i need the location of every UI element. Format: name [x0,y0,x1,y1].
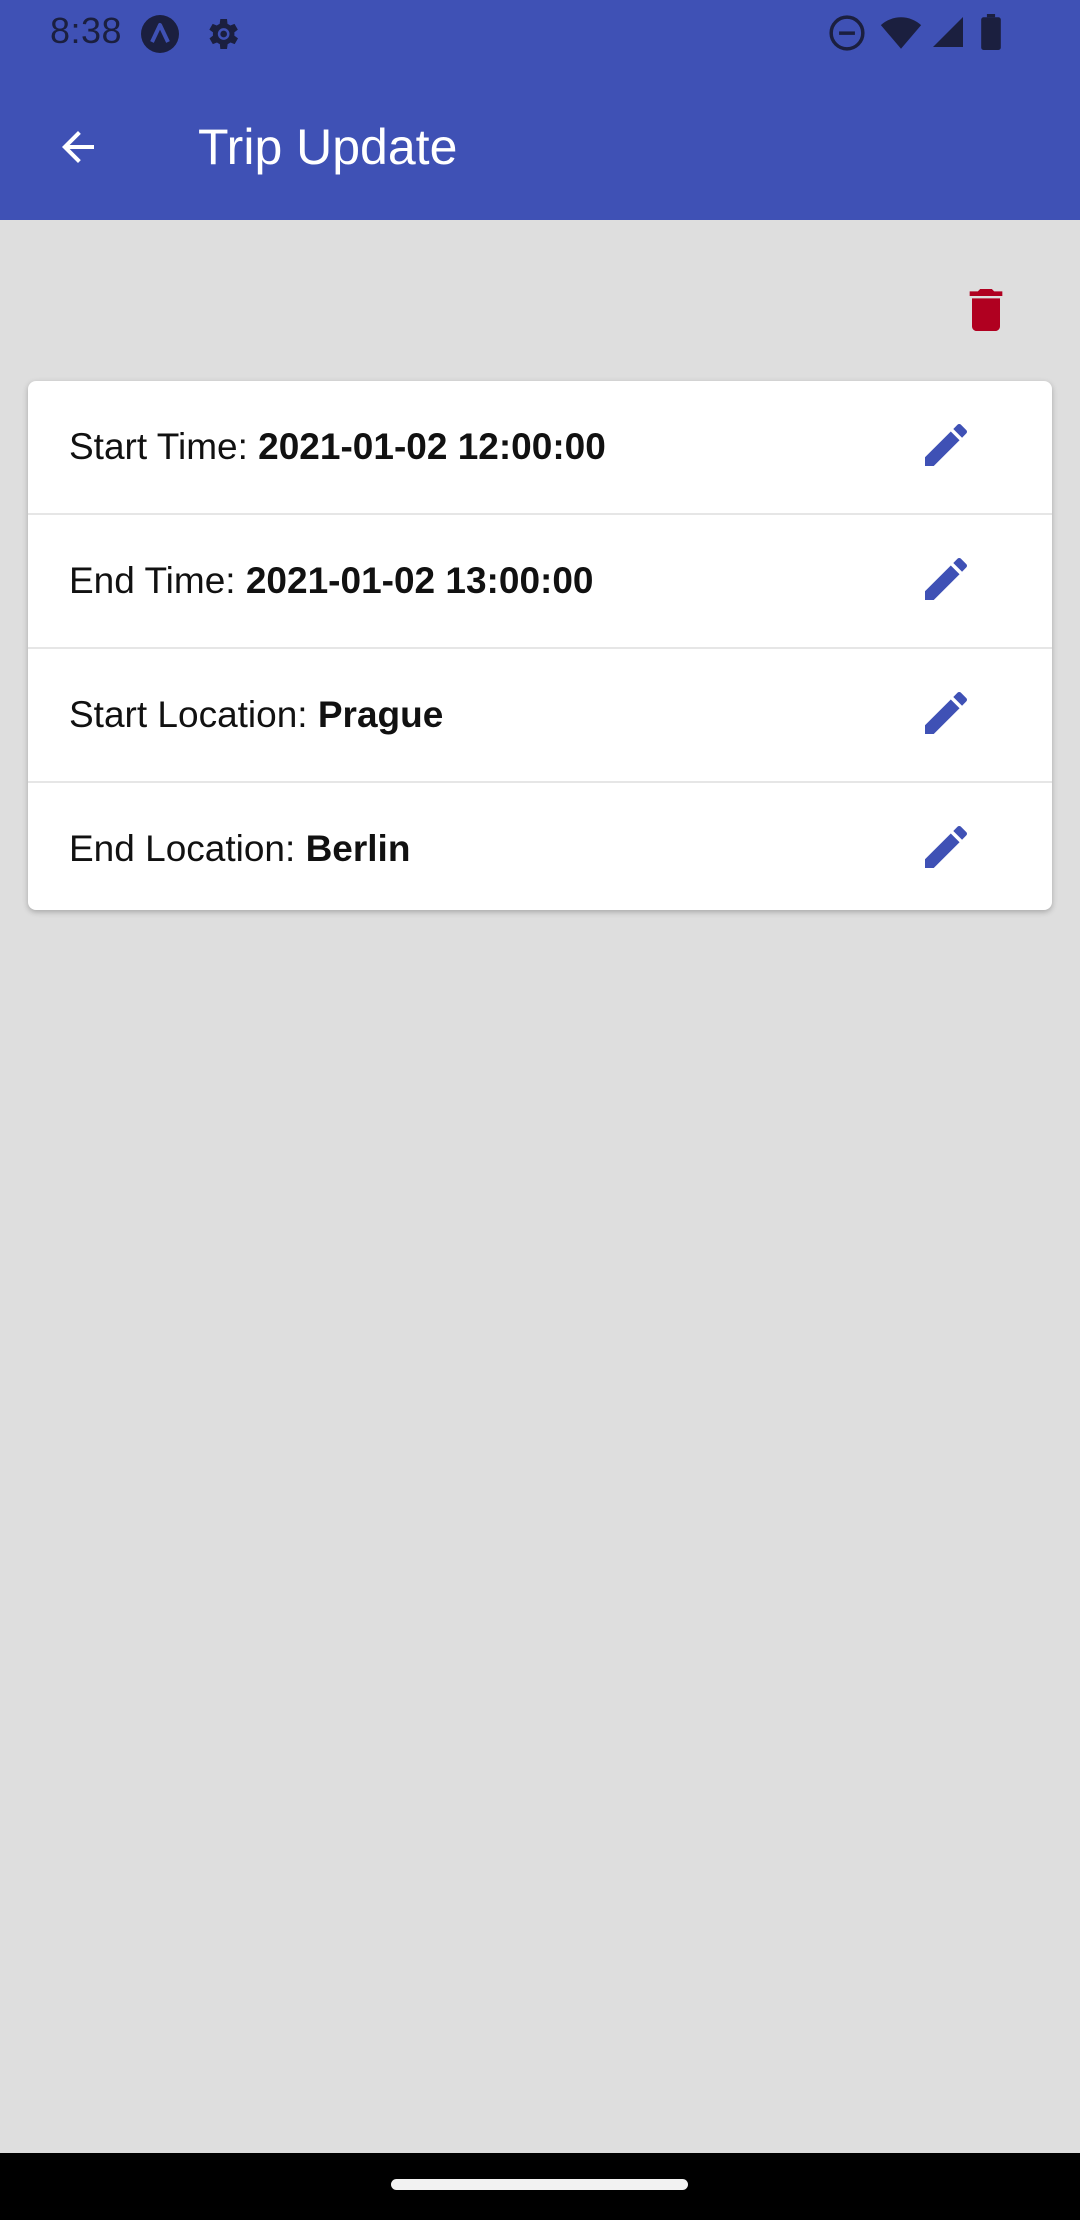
system-nav-bar [0,2153,1080,2220]
a-notification-icon [140,14,180,54]
arrow-back-icon [54,123,102,176]
row-text: End Location: Berlin [69,828,410,870]
row-text: Start Time: 2021-01-02 12:00:00 [69,426,606,468]
edit-start-time-button[interactable] [910,411,982,483]
row-value: Prague [317,694,444,735]
page-title: Trip Update [198,119,458,175]
app-bar: Trip Update [0,66,1080,220]
row-value: 2021-01-02 12:00:00 [258,426,606,467]
row-text: Start Location: Prague [69,694,443,736]
row-label: Start Time: [69,426,259,467]
do-not-disturb-icon [828,14,866,52]
trip-details-card: Start Time: 2021-01-02 12:00:00 End Time… [28,381,1052,910]
settings-gear-icon [202,14,242,54]
pencil-icon [918,417,974,478]
row-text: End Time: 2021-01-02 13:00:00 [69,560,594,602]
list-item-end-time: End Time: 2021-01-02 13:00:00 [28,515,1052,649]
pencil-icon [918,819,974,880]
pencil-icon [918,551,974,612]
status-bar: 8:38 [0,0,1080,66]
list-item-start-time: Start Time: 2021-01-02 12:00:00 [28,381,1052,515]
delete-trip-button[interactable] [950,276,1022,348]
cell-signal-icon [930,14,966,50]
row-label: End Location: [69,828,306,869]
status-time: 8:38 [50,10,123,51]
battery-icon [980,14,1002,50]
list-item-end-location: End Location: Berlin [28,783,1052,910]
top-bar: 8:38 Trip Update [0,0,1080,220]
edit-end-time-button[interactable] [910,545,982,617]
row-label: End Time: [69,560,246,601]
row-label: Start Location: [69,694,318,735]
home-gesture-handle[interactable] [391,2179,688,2190]
edit-end-location-button[interactable] [910,813,982,885]
pencil-icon [918,685,974,746]
edit-start-location-button[interactable] [910,679,982,751]
wifi-icon [880,14,922,52]
back-button[interactable] [40,111,116,187]
row-value: Berlin [305,828,411,869]
list-item-start-location: Start Location: Prague [28,649,1052,783]
row-value: 2021-01-02 13:00:00 [245,560,594,601]
trash-icon [958,282,1014,343]
